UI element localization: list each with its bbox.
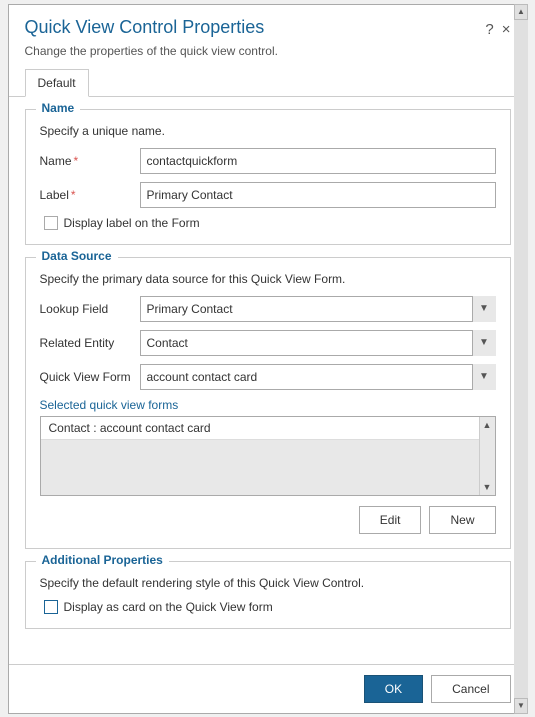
- data-source-desc: Specify the primary data source for this…: [40, 272, 496, 286]
- outer-scroll-up-icon[interactable]: ▲: [514, 4, 528, 20]
- new-button[interactable]: New: [429, 506, 495, 534]
- tab-default[interactable]: Default: [25, 69, 89, 97]
- display-label-checkbox[interactable]: [44, 216, 58, 230]
- help-icon[interactable]: ?: [485, 21, 493, 38]
- quick-view-form-select-wrapper: account contact card ▼: [140, 364, 496, 390]
- name-section-desc: Specify a unique name.: [40, 124, 496, 138]
- selected-quick-view-label: Selected quick view forms: [40, 398, 496, 412]
- display-label-checkbox-label: Display label on the Form: [64, 216, 200, 230]
- display-label-checkbox-row: Display label on the Form: [44, 216, 496, 230]
- dialog-title: Quick View Control Properties: [25, 17, 486, 38]
- dialog-header: Quick View Control Properties ? ×: [9, 5, 514, 44]
- quick-view-list-box: Contact : account contact card ▲ ▼: [40, 416, 496, 496]
- data-source-legend: Data Source: [36, 249, 118, 263]
- related-entity-row: Related Entity Contact ▼: [40, 330, 496, 356]
- label-input[interactable]: [140, 182, 496, 208]
- name-row: Name*: [40, 148, 496, 174]
- quick-view-form-row: Quick View Form account contact card ▼: [40, 364, 496, 390]
- quick-view-form-select[interactable]: account contact card: [140, 364, 496, 390]
- listbox-scroll-up-icon[interactable]: ▲: [480, 417, 495, 433]
- data-source-section: Data Source Specify the primary data sou…: [25, 257, 511, 549]
- lookup-field-label: Lookup Field: [40, 302, 140, 316]
- lookup-field-select-wrapper: Primary Contact ▼: [140, 296, 496, 322]
- close-icon[interactable]: ×: [502, 21, 511, 38]
- outer-scroll-down-icon[interactable]: ▼: [514, 698, 528, 714]
- outer-scroll-thumb: [514, 20, 528, 698]
- listbox-scroll-track: [480, 433, 495, 479]
- additional-properties-section: Additional Properties Specify the defaul…: [25, 561, 511, 629]
- name-input[interactable]: [140, 148, 496, 174]
- lookup-field-row: Lookup Field Primary Contact ▼: [40, 296, 496, 322]
- name-section: Name Specify a unique name. Name* Label*: [25, 109, 511, 245]
- additional-properties-legend: Additional Properties: [36, 553, 169, 567]
- ok-button[interactable]: OK: [364, 675, 423, 703]
- edit-new-button-row: Edit New: [40, 506, 496, 534]
- name-required-star: *: [74, 154, 79, 168]
- name-section-legend: Name: [36, 101, 81, 115]
- dialog-subtitle: Change the properties of the quick view …: [9, 44, 514, 68]
- dialog-body: Name Specify a unique name. Name* Label*: [9, 97, 514, 664]
- related-entity-select-wrapper: Contact ▼: [140, 330, 496, 356]
- outer-scrollbar: ▲ ▼: [514, 4, 528, 714]
- name-label: Name*: [40, 154, 140, 168]
- display-card-checkbox-label: Display as card on the Quick View form: [64, 600, 273, 614]
- additional-properties-desc: Specify the default rendering style of t…: [40, 576, 496, 590]
- display-card-checkbox-row: Display as card on the Quick View form: [44, 600, 496, 614]
- related-entity-label: Related Entity: [40, 336, 140, 350]
- header-icons: ? ×: [485, 21, 510, 38]
- listbox-scroll-down-icon[interactable]: ▼: [480, 479, 495, 495]
- lookup-field-select[interactable]: Primary Contact: [140, 296, 496, 322]
- label-row: Label*: [40, 182, 496, 208]
- label-label: Label*: [40, 188, 140, 202]
- list-item: Contact : account contact card: [41, 417, 495, 440]
- listbox-scrollbar: ▲ ▼: [479, 417, 495, 495]
- display-card-checkbox[interactable]: [44, 600, 58, 614]
- dialog-footer: OK Cancel: [9, 664, 514, 713]
- label-required-star: *: [71, 188, 76, 202]
- edit-button[interactable]: Edit: [359, 506, 422, 534]
- tabs-bar: Default: [9, 68, 514, 97]
- cancel-button[interactable]: Cancel: [431, 675, 510, 703]
- quick-view-form-label: Quick View Form: [40, 370, 140, 384]
- related-entity-select[interactable]: Contact: [140, 330, 496, 356]
